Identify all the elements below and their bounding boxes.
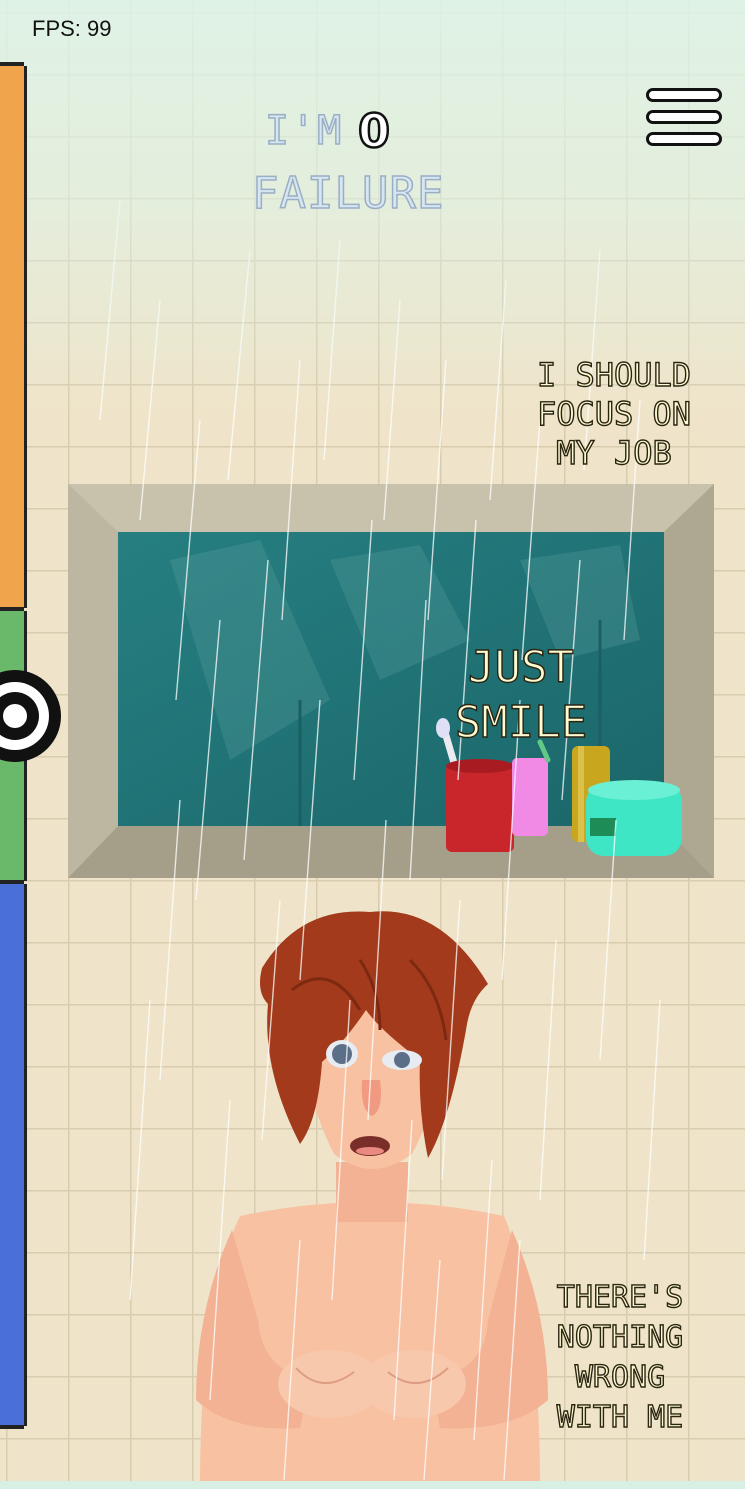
failure-count: 0 [357,103,392,160]
meter-orange-segment [0,66,27,608]
thought-line: JUST [467,641,574,693]
thought-line: THERE'S [556,1279,684,1315]
thought-focus-on-job[interactable]: I SHOULD FOCUS ON MY JOB [524,355,704,473]
menu-bar [646,88,722,102]
thought-line: I SHOULD [536,355,692,394]
thought-line: SMILE [454,696,588,748]
thought-line: WRONG [574,1359,666,1395]
character [196,911,548,1489]
fps-counter: FPS: 99 [32,16,112,41]
meter-bottom-cap [0,1425,24,1429]
scene-art [68,199,714,1489]
meter-blue-segment [0,884,27,1426]
thought-line: WITH ME [556,1399,684,1435]
title-prefix: I'M [264,107,344,155]
thought-nothing-wrong[interactable]: THERE'S NOTHING WRONG WITH ME [548,1278,692,1438]
target-icon[interactable] [0,668,63,764]
soap-container [586,780,682,856]
thought-line: FOCUS ON [536,394,692,434]
thought-just-smile[interactable]: JUST SMILE [452,640,590,750]
title-word: FAILURE [251,167,445,220]
hamburger-menu-icon[interactable] [646,88,722,154]
thought-line: NOTHING [556,1319,684,1355]
shower-scene: FPS: 99 I'M 0 FAILURE I SHOULD FOCUS ON … [0,0,745,1489]
menu-bar [646,110,722,124]
menu-bar [646,132,722,146]
floor-strip [0,1481,745,1489]
thought-line: MY JOB [556,433,673,473]
